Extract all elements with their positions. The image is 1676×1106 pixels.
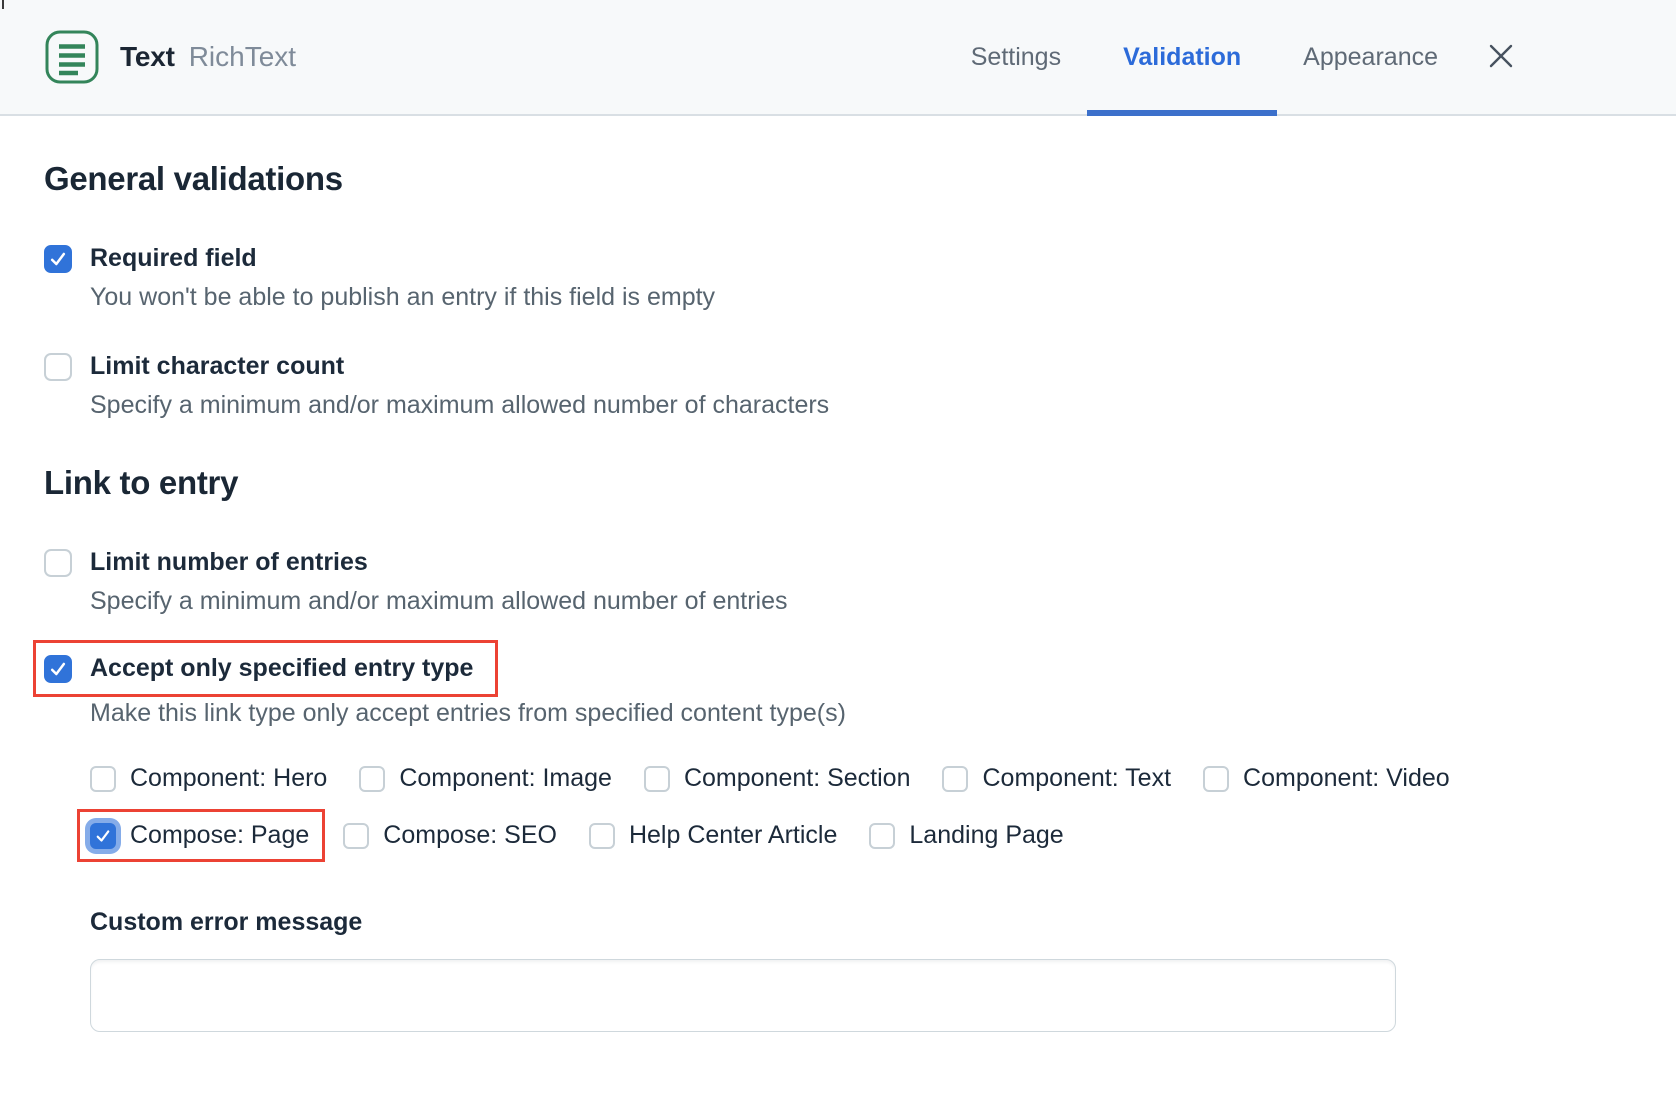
field-settings-header: Text RichText Settings Validation Appear… <box>0 0 1676 116</box>
component-image-checkbox[interactable] <box>359 766 385 792</box>
help-center-article-label[interactable]: Help Center Article <box>629 821 837 850</box>
component-section-label[interactable]: Component: Section <box>684 764 911 793</box>
content-type-options: Component: Hero Component: Image Compone… <box>90 764 1676 862</box>
close-icon <box>1487 42 1515 73</box>
limit-number-of-entries-description: Specify a minimum and/or maximum allowed… <box>90 587 1676 616</box>
accept-specified-entry-type-label[interactable]: Accept only specified entry type <box>90 654 473 683</box>
custom-error-message-input[interactable] <box>90 959 1396 1032</box>
option-compose-seo[interactable]: Compose: SEO <box>343 821 557 850</box>
tab-appearance-label: Appearance <box>1303 43 1438 72</box>
tab-validation[interactable]: Validation <box>1123 0 1241 114</box>
help-center-article-checkbox[interactable] <box>589 823 615 849</box>
component-text-label[interactable]: Component: Text <box>982 764 1171 793</box>
screenshot-edge-artifact <box>2 0 4 9</box>
option-component-text[interactable]: Component: Text <box>942 764 1171 793</box>
field-type: RichText <box>189 41 296 73</box>
limit-character-count-checkbox[interactable] <box>44 353 72 381</box>
option-component-video[interactable]: Component: Video <box>1203 764 1450 793</box>
landing-page-label[interactable]: Landing Page <box>909 821 1063 850</box>
component-image-label[interactable]: Component: Image <box>399 764 612 793</box>
field-name: Text <box>120 41 175 73</box>
content-type-row-2: Compose: Page Compose: SEO Help Center A… <box>90 809 1676 862</box>
component-section-checkbox[interactable] <box>644 766 670 792</box>
rich-text-field-icon <box>44 29 100 85</box>
red-annotation-compose-page: Compose: Page <box>77 809 325 862</box>
tab-settings-label: Settings <box>971 43 1061 72</box>
component-hero-label[interactable]: Component: Hero <box>130 764 327 793</box>
compose-seo-label[interactable]: Compose: SEO <box>383 821 557 850</box>
tab-validation-label: Validation <box>1123 43 1241 72</box>
content-type-row-1: Component: Hero Component: Image Compone… <box>90 764 1676 793</box>
required-field-description: You won't be able to publish an entry if… <box>90 283 1676 312</box>
required-field-label[interactable]: Required field <box>90 244 257 273</box>
red-annotation-accept-entry-type: Accept only specified entry type <box>33 640 498 697</box>
field-title-group: Text RichText <box>44 0 296 114</box>
required-field-checkbox[interactable] <box>44 245 72 273</box>
custom-error-message-label: Custom error message <box>90 908 1676 937</box>
tab-settings[interactable]: Settings <box>971 0 1061 114</box>
tab-bar: Settings Validation Appearance <box>909 0 1518 114</box>
row-accept-specified-entry-type: Accept only specified entry type <box>44 654 473 683</box>
limit-number-of-entries-label[interactable]: Limit number of entries <box>90 548 368 577</box>
accept-specified-entry-type-description: Make this link type only accept entries … <box>90 699 1676 728</box>
compose-seo-checkbox[interactable] <box>343 823 369 849</box>
tab-appearance[interactable]: Appearance <box>1303 0 1438 114</box>
landing-page-checkbox[interactable] <box>869 823 895 849</box>
option-component-hero[interactable]: Component: Hero <box>90 764 327 793</box>
section-title-general-validations: General validations <box>44 160 1676 198</box>
option-component-image[interactable]: Component: Image <box>359 764 612 793</box>
accept-specified-entry-type-checkbox[interactable] <box>44 655 72 683</box>
component-text-checkbox[interactable] <box>942 766 968 792</box>
row-required-field: Required field <box>44 244 1676 273</box>
limit-character-count-description: Specify a minimum and/or maximum allowed… <box>90 391 1676 420</box>
component-hero-checkbox[interactable] <box>90 766 116 792</box>
compose-page-checkbox[interactable] <box>90 823 116 849</box>
validation-panel: General validations Required field You w… <box>0 160 1676 1032</box>
limit-character-count-label[interactable]: Limit character count <box>90 352 344 381</box>
option-component-section[interactable]: Component: Section <box>644 764 911 793</box>
option-compose-page[interactable]: Compose: Page <box>90 821 309 850</box>
section-title-link-to-entry: Link to entry <box>44 464 1676 502</box>
row-limit-number-of-entries: Limit number of entries <box>44 548 1676 577</box>
option-landing-page[interactable]: Landing Page <box>869 821 1063 850</box>
row-limit-character-count: Limit character count <box>44 352 1676 381</box>
limit-number-of-entries-checkbox[interactable] <box>44 549 72 577</box>
component-video-label[interactable]: Component: Video <box>1243 764 1450 793</box>
option-help-center-article[interactable]: Help Center Article <box>589 821 837 850</box>
active-tab-underline <box>1087 110 1277 116</box>
close-button[interactable] <box>1484 40 1518 74</box>
component-video-checkbox[interactable] <box>1203 766 1229 792</box>
compose-page-label[interactable]: Compose: Page <box>130 821 309 850</box>
